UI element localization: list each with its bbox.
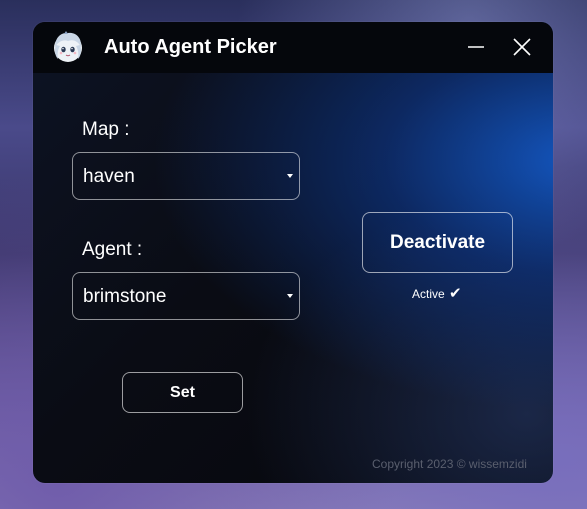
close-icon[interactable] bbox=[509, 34, 535, 60]
title-bar[interactable]: Auto Agent Picker bbox=[33, 22, 553, 73]
app-window: Auto Agent Picker Map : haven Agent : br… bbox=[33, 22, 553, 483]
chevron-down-icon bbox=[287, 174, 293, 178]
deactivate-button[interactable]: Deactivate bbox=[362, 212, 513, 273]
chevron-down-icon bbox=[287, 294, 293, 298]
map-selected-value: haven bbox=[83, 166, 135, 187]
anime-avatar-icon bbox=[54, 31, 82, 62]
copyright-text: Copyright 2023 © wissemzidi bbox=[372, 457, 527, 471]
agent-selected-value: brimstone bbox=[83, 286, 167, 307]
check-icon: ✔ bbox=[449, 285, 462, 302]
agent-label: Agent : bbox=[82, 239, 143, 260]
map-label: Map : bbox=[82, 119, 130, 140]
app-title: Auto Agent Picker bbox=[104, 36, 277, 58]
map-select[interactable]: haven bbox=[72, 152, 300, 200]
status-text: Active bbox=[412, 287, 445, 301]
set-button[interactable]: Set bbox=[122, 372, 243, 413]
agent-select[interactable]: brimstone bbox=[72, 272, 300, 320]
minimize-icon[interactable] bbox=[463, 34, 489, 60]
